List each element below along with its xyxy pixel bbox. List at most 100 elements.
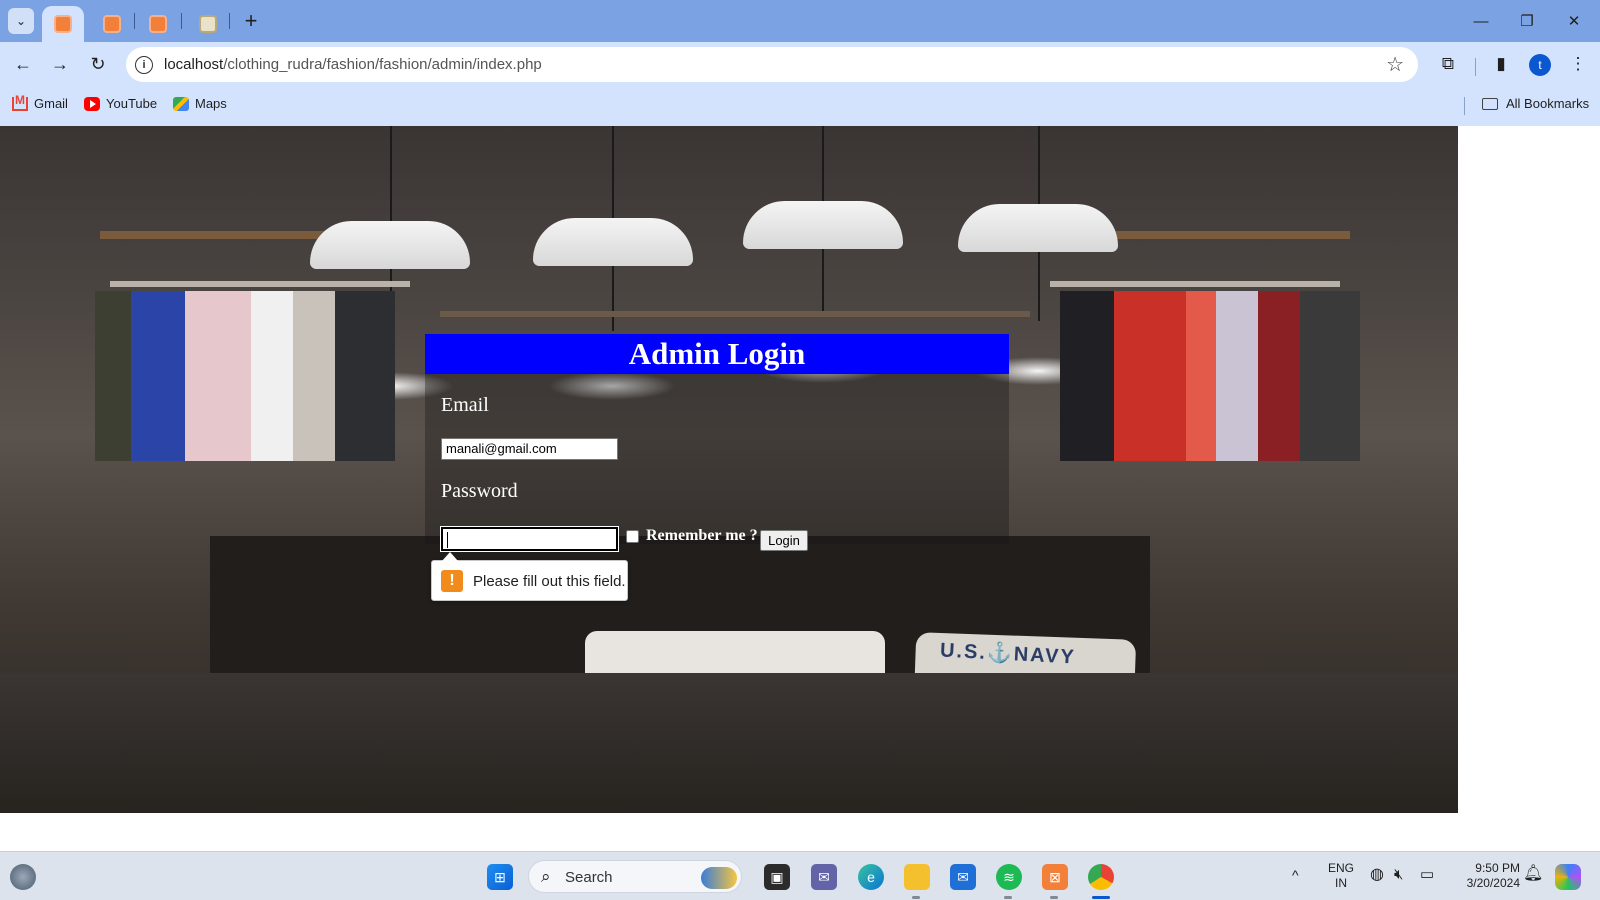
email-field[interactable]: manali@gmail.com [441,438,618,460]
xampp-favicon-icon [103,15,121,33]
remember-me-checkbox[interactable] [626,530,639,543]
address-bar[interactable]: i localhost/clothing_rudra/fashion/fashi… [126,47,1418,82]
toolbar-divider [1475,58,1476,76]
mail-icon[interactable]: ✉ [950,864,976,890]
bookmarks-divider [1464,97,1465,115]
bookmark-label: YouTube [106,96,158,111]
tab-separator [181,13,182,29]
url-path: /clothing_rudra/fashion/fashion/admin/in… [223,56,542,73]
clock-date: 3/20/2024 [1466,876,1520,890]
volume-muted-icon[interactable]: 🔇︎ [1394,867,1403,882]
tab-separator [134,13,135,29]
browser-tab-strip: ⌄ + — ❐ ✕ [0,0,1600,42]
battery-icon[interactable]: ▭ [1420,867,1434,882]
language-indicator[interactable]: ENG IN [1326,861,1356,891]
new-tab-button[interactable]: + [238,8,264,34]
search-label: Search [565,869,613,886]
phpmyadmin-favicon-icon [199,15,217,33]
clothes-rail [110,281,410,287]
search-icon: ⌕ [541,867,551,886]
pendant-lamp [743,201,903,249]
language-code: ENG [1327,861,1354,875]
floor [0,673,1458,813]
bookmark-youtube[interactable]: YouTube [84,96,157,111]
tab[interactable] [97,6,127,42]
password-label: Password [441,480,518,502]
tab[interactable] [143,6,173,42]
center-shelf [440,311,1030,317]
spotify-icon[interactable]: ≋ [996,864,1022,890]
clock-time: 9:50 PM [1475,861,1520,875]
running-indicator [1004,896,1012,899]
network-globe-icon[interactable]: ◍ [1370,867,1384,883]
site-info-icon[interactable]: i [135,56,153,74]
taskbar-search[interactable]: ⌕ Search [528,860,742,893]
profile-avatar[interactable]: t [1529,54,1551,76]
back-icon[interactable]: ← [8,49,38,79]
copilot-icon[interactable] [1555,864,1581,890]
clothes-rail [1050,281,1340,287]
notification-bell-icon[interactable]: 🔔︎ [1523,866,1543,882]
pendant-lamp [533,218,693,266]
wall-shelf [1110,231,1350,239]
pendant-lamp [958,204,1118,252]
browser-toolbar: ← → ↻ i localhost/clothing_rudra/fashion… [0,42,1600,87]
login-heading: Admin Login [425,334,1009,374]
forward-icon[interactable]: → [45,49,75,79]
tab-separator [229,13,230,29]
maps-icon [173,96,189,111]
remember-me-label[interactable]: Remember me ? [646,527,758,545]
bookmark-label: Gmail [34,96,68,111]
login-button[interactable]: Login [760,530,808,551]
minimize-icon[interactable]: — [1460,6,1502,36]
side-panel-icon[interactable]: ▮ [1488,51,1514,77]
tab[interactable] [193,6,223,42]
widgets-icon[interactable] [10,864,36,890]
bookmarks-bar: Gmail YouTube Maps All Bookmarks [0,87,1600,126]
tab-search-button[interactable]: ⌄ [8,8,34,34]
file-explorer-icon[interactable] [904,864,930,890]
start-button[interactable]: ⊞ [487,864,513,890]
tab-active[interactable] [42,6,84,42]
all-bookmarks-label: All Bookmarks [1506,96,1590,111]
clothes-rack-right [1060,291,1360,461]
running-indicator [912,896,920,899]
page-viewport: U.S.⚓NAVY Admin Login Email manali@gmail… [0,126,1458,813]
youtube-icon [84,96,100,111]
folder-icon [1482,97,1498,110]
task-view-icon[interactable]: ▣ [764,864,790,890]
bookmark-star-icon[interactable]: ☆ [1386,52,1404,77]
bookmark-gmail[interactable]: Gmail [12,93,68,111]
admin-login-form: Admin Login Email manali@gmail.com Passw… [425,334,1009,552]
teams-chat-icon[interactable]: ✉ [811,864,837,890]
chrome-icon[interactable] [1088,864,1114,890]
password-field[interactable] [440,526,619,552]
show-hidden-icons-chevron-icon[interactable]: ^ [1292,868,1299,883]
reload-icon[interactable]: ↻ [83,49,113,79]
all-bookmarks-button[interactable]: All Bookmarks [1482,96,1589,111]
region-code: IN [1335,876,1347,890]
close-icon[interactable]: ✕ [1553,6,1595,36]
clothes-rack-left [95,291,395,461]
xampp-icon[interactable]: ⊠ [1042,864,1068,890]
xampp-favicon-icon [149,15,167,33]
warning-icon: ! [441,570,463,592]
active-app-indicator [1092,896,1110,899]
text-caret [447,532,448,548]
url-host: localhost [164,56,224,73]
bookmark-label: Maps [195,96,227,111]
search-highlight-icon [701,867,737,889]
system-clock[interactable]: 9:50 PM 3/20/2024 [1450,861,1520,891]
gmail-icon [12,93,28,111]
validation-message: Please fill out this field. [473,573,626,590]
restore-icon[interactable]: ❐ [1506,6,1548,36]
windows-taskbar: ⊞ ⌕ Search ▣ ✉ e ✉ ≋ ⊠ ^ ENG IN ◍ 🔇︎ ▭ 9… [0,851,1600,900]
extensions-icon[interactable]: ⧉ [1435,51,1461,77]
menu-kebab-icon[interactable]: ⋮ [1565,51,1591,77]
xampp-favicon-icon [54,15,72,33]
edge-browser-icon[interactable]: e [858,864,884,890]
pendant-lamp [310,221,470,269]
bookmark-maps[interactable]: Maps [173,96,227,111]
email-label: Email [441,394,489,416]
url-text[interactable]: localhost/clothing_rudra/fashion/fashion… [164,56,542,73]
